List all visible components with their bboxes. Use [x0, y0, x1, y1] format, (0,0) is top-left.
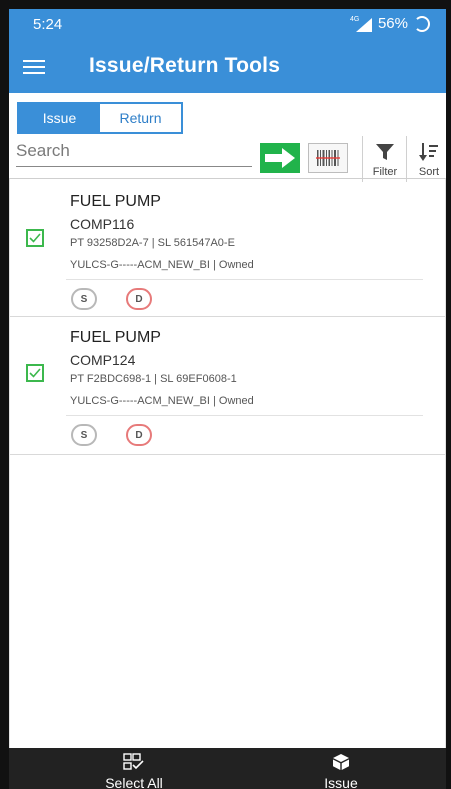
go-button[interactable]: [260, 143, 300, 173]
tab-bar: Issue Return: [17, 102, 183, 134]
list-item[interactable]: FUEL PUMP COMP116 PT 93258D2A-7 | SL 561…: [10, 179, 445, 317]
status-badge-d: D: [126, 288, 152, 310]
battery-icon: [414, 15, 430, 32]
checkmark-icon: [29, 233, 41, 243]
signal-icon: 4G: [350, 16, 372, 32]
box-icon: [333, 754, 349, 770]
item-code: COMP124: [70, 352, 136, 368]
issue-button[interactable]: Issue: [271, 748, 411, 789]
item-code: COMP116: [70, 216, 135, 232]
search-field: [16, 136, 252, 172]
item-checkbox[interactable]: [26, 364, 44, 382]
list-item[interactable]: FUEL PUMP COMP124 PT F2BDC698-1 | SL 69E…: [10, 317, 445, 455]
select-all-icon: [123, 753, 144, 770]
status-badge-d: D: [126, 424, 152, 446]
barcode-scan-button[interactable]: [308, 143, 348, 173]
battery-percent: 56%: [377, 15, 408, 32]
item-name: FUEL PUMP: [70, 193, 161, 210]
sort-icon: [419, 143, 438, 161]
status-badge-s: S: [71, 424, 97, 446]
app-screen: 5:24 4G 56% Issue/Return Tools Issue Ret…: [9, 9, 446, 789]
select-all-label: Select All: [105, 775, 163, 789]
item-location: YULCS-G-----ACM_NEW_BI | Owned: [70, 259, 254, 271]
status-right: 4G 56%: [350, 15, 430, 32]
item-divider: [66, 415, 423, 416]
item-checkbox[interactable]: [26, 229, 44, 247]
sort-button[interactable]: Sort: [406, 136, 446, 182]
select-all-button[interactable]: Select All: [64, 748, 204, 789]
status-time: 5:24: [33, 16, 63, 33]
item-location: YULCS-G-----ACM_NEW_BI | Owned: [70, 395, 254, 407]
status-bar: 5:24 4G 56%: [9, 9, 446, 41]
filter-label: Filter: [372, 166, 398, 178]
item-pt-sl: PT F2BDC698-1 | SL 69EF0608-1: [70, 373, 237, 385]
menu-icon[interactable]: [23, 55, 47, 79]
filter-button[interactable]: Filter: [362, 136, 407, 182]
issue-label: Issue: [324, 775, 358, 789]
sort-label: Sort: [418, 166, 440, 178]
status-badge-s: S: [71, 288, 97, 310]
device-frame: 5:24 4G 56% Issue/Return Tools Issue Ret…: [0, 0, 451, 789]
tab-return[interactable]: Return: [100, 104, 181, 132]
checkmark-icon: [29, 368, 41, 378]
item-pt-sl: PT 93258D2A-7 | SL 561547A0-E: [70, 237, 235, 249]
bottom-action-bar: Select All Issue: [9, 748, 446, 789]
page-title: Issue/Return Tools: [89, 54, 281, 77]
filter-icon: [376, 144, 394, 160]
app-bar: Issue/Return Tools: [9, 41, 446, 93]
arrow-right-icon: [265, 148, 295, 168]
tools-list: FUEL PUMP COMP116 PT 93258D2A-7 | SL 561…: [9, 178, 446, 750]
barcode-icon: [316, 150, 340, 166]
search-input[interactable]: [16, 136, 252, 167]
item-name: FUEL PUMP: [70, 329, 161, 346]
tab-issue[interactable]: Issue: [19, 104, 100, 132]
item-divider: [66, 279, 423, 280]
